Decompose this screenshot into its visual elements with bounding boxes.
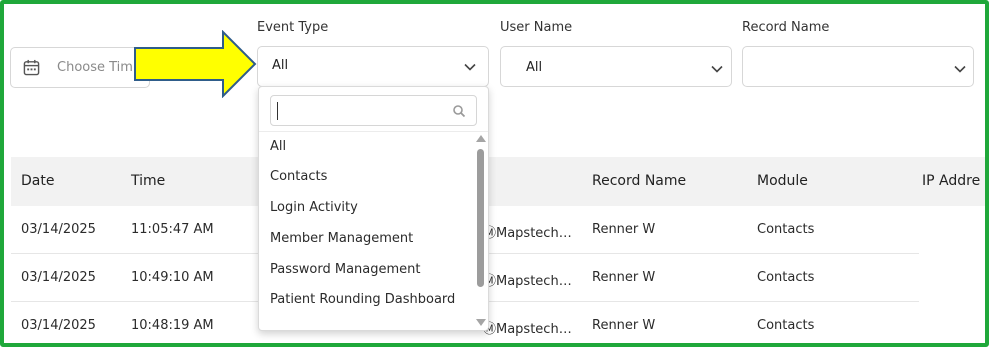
dropdown-scrollbar[interactable] — [475, 133, 486, 328]
dropdown-search-input[interactable] — [270, 95, 477, 126]
chevron-down-icon — [464, 63, 476, 71]
cell-user: ⓂMapstech… — [483, 274, 572, 289]
cell-user: ⓂMapstech… — [483, 226, 572, 241]
record-name-label: Record Name — [742, 20, 830, 35]
scroll-down-arrow-icon[interactable] — [476, 319, 486, 326]
header-module[interactable]: Module — [757, 173, 808, 189]
chevron-down-icon — [954, 65, 966, 73]
cell-time: 10:49:10 AM — [131, 270, 214, 285]
event-type-select[interactable]: All — [257, 46, 489, 87]
option-contacts[interactable]: Contacts — [270, 167, 470, 186]
scrollbar-thumb[interactable] — [477, 149, 484, 287]
header-date[interactable]: Date — [21, 173, 54, 189]
search-icon — [453, 105, 466, 118]
date-placeholder: Choose Tim — [57, 60, 133, 75]
text-caret — [277, 102, 278, 120]
table-header: Date Time Record Name Module IP Addre — [11, 157, 989, 206]
cell-time: 11:05:47 AM — [131, 222, 214, 237]
record-name-select[interactable] — [742, 46, 974, 87]
callout-arrow — [134, 30, 257, 98]
scroll-up-arrow-icon[interactable] — [476, 135, 486, 142]
event-type-value: All — [272, 58, 289, 73]
event-type-label: Event Type — [257, 20, 329, 35]
event-type-dropdown-menu: All Contacts Login Activity Member Manag… — [258, 86, 489, 331]
divider — [259, 131, 488, 132]
cell-time: 10:48:19 AM — [131, 318, 214, 333]
option-all[interactable]: All — [270, 137, 470, 156]
option-patient-rounding-dashboard[interactable]: Patient Rounding Dashboard — [270, 290, 470, 309]
option-login-activity[interactable]: Login Activity — [270, 198, 470, 217]
user-name-label: User Name — [500, 20, 573, 35]
cell-date: 03/14/2025 — [21, 222, 96, 237]
cell-module: Contacts — [757, 222, 815, 237]
cell-record: Renner W — [592, 270, 656, 285]
date-picker-field[interactable]: Choose Tim — [10, 47, 150, 88]
user-name-select[interactable]: All — [500, 46, 732, 87]
calendar-icon — [23, 59, 40, 76]
cell-module: Contacts — [757, 270, 815, 285]
option-member-management[interactable]: Member Management — [270, 229, 470, 248]
cell-record: Renner W — [592, 222, 656, 237]
user-name-value: All — [526, 60, 543, 75]
cell-module: Contacts — [757, 318, 815, 333]
header-ip-address[interactable]: IP Addre — [922, 173, 980, 189]
cell-user: ⓂMapstech… — [483, 322, 572, 337]
chevron-down-icon — [711, 65, 723, 73]
header-time[interactable]: Time — [131, 173, 165, 189]
option-password-management[interactable]: Password Management — [270, 260, 470, 279]
header-record-name[interactable]: Record Name — [592, 173, 686, 189]
cell-date: 03/14/2025 — [21, 318, 96, 333]
cell-record: Renner W — [592, 318, 656, 333]
cell-date: 03/14/2025 — [21, 270, 96, 285]
